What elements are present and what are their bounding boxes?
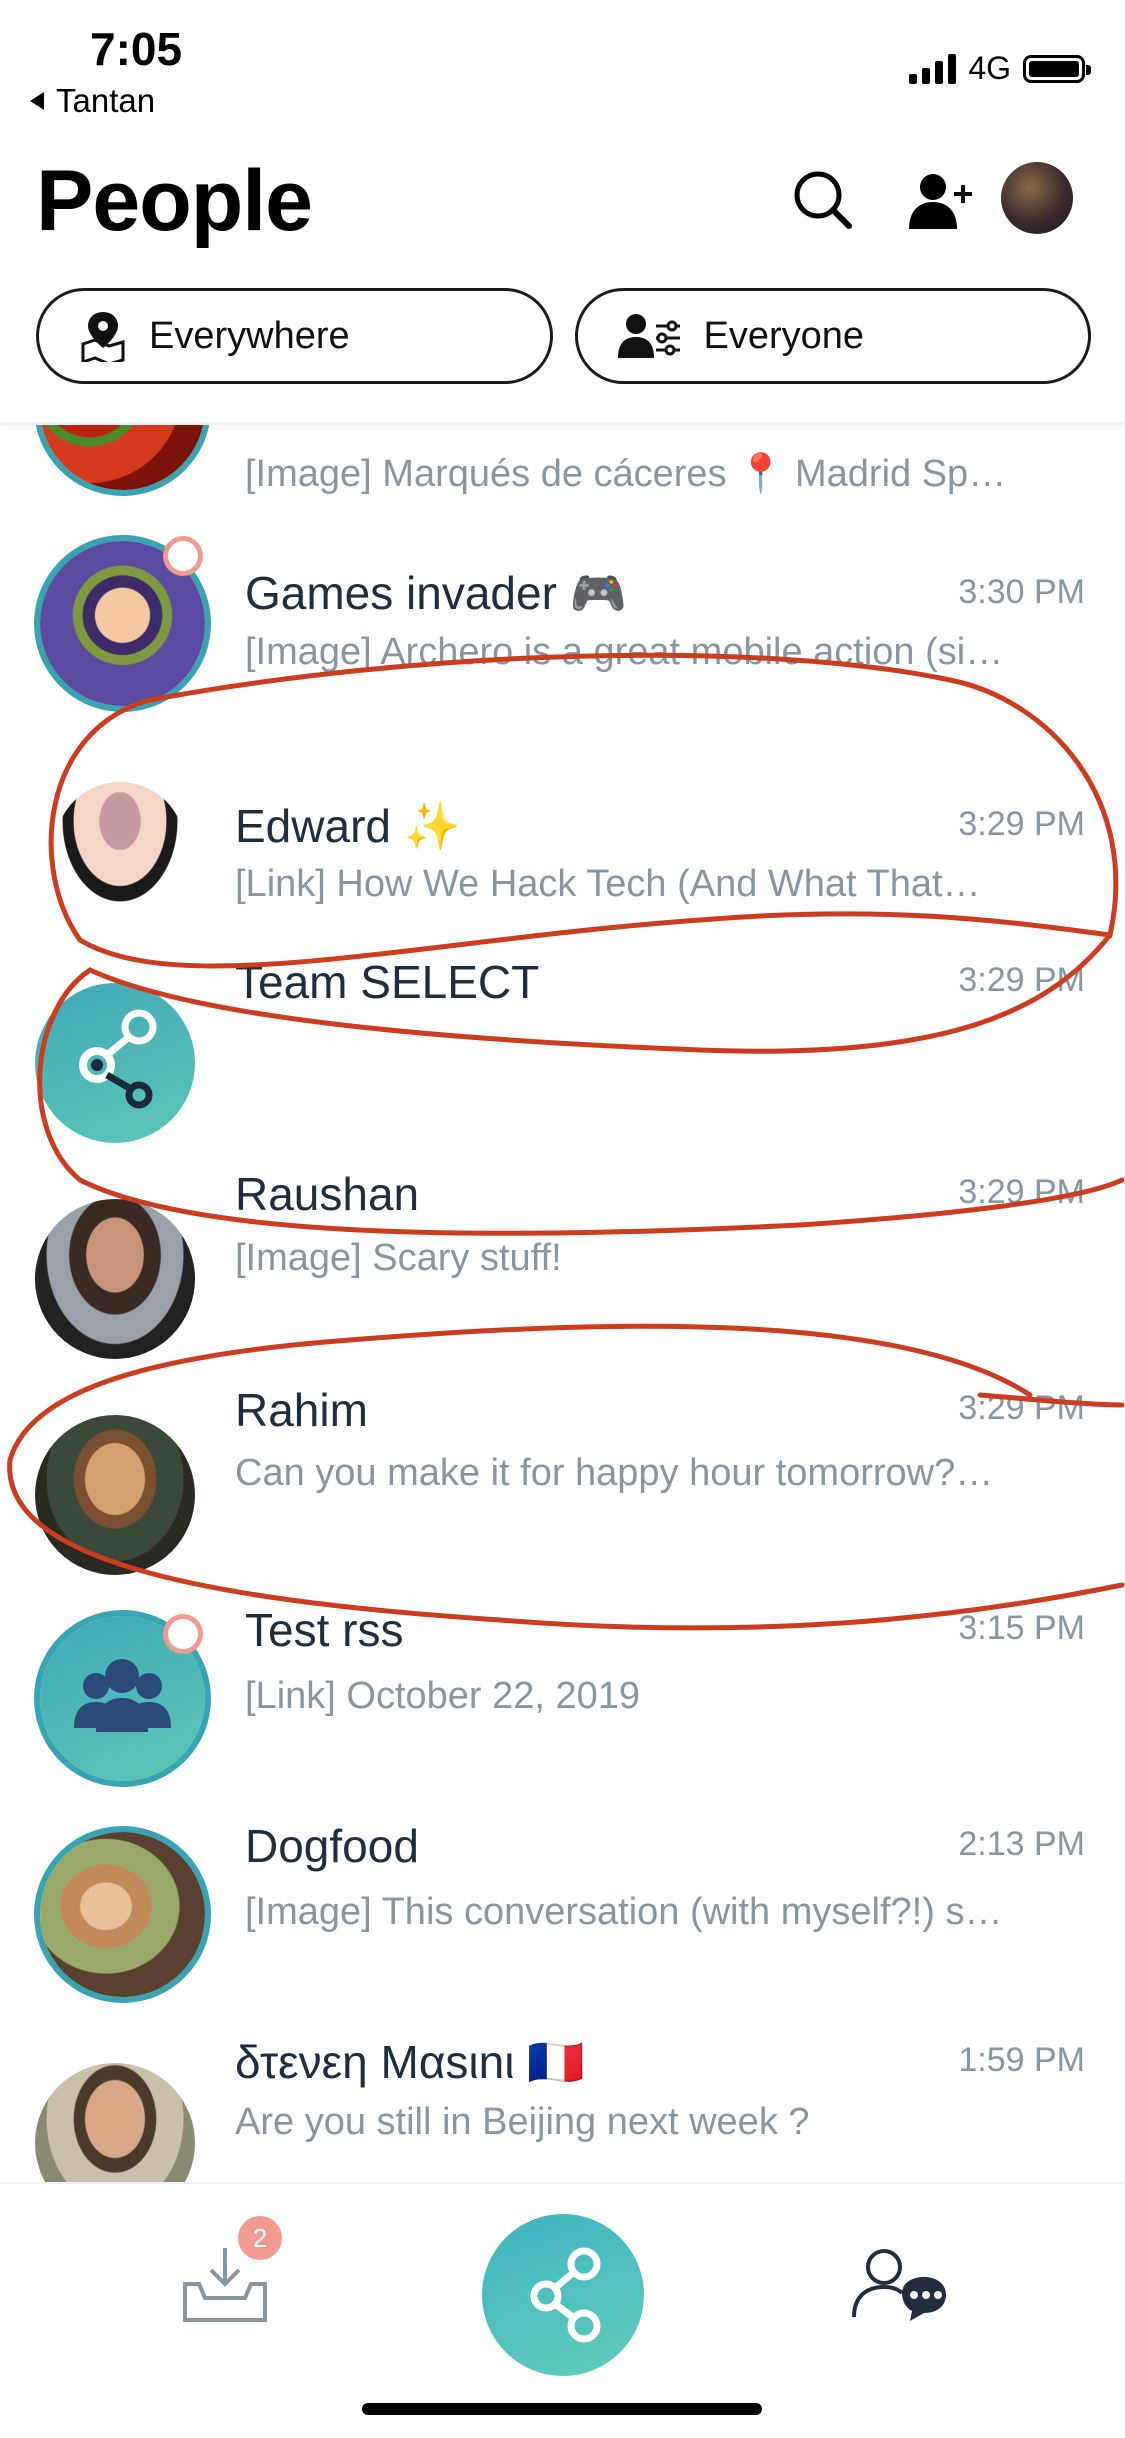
conversation-row[interactable]: Dogfood 2:13 PM [Image] This conversatio… [0,1820,1125,2043]
tab-contacts[interactable] [845,2228,955,2338]
location-filter-label: Everywhere [149,314,350,357]
message-preview: [Image] This conversation (with myself?!… [245,1891,1003,1933]
contact-name: Dogfood [245,1820,419,1872]
avatar [35,1199,195,1359]
avatar [35,2063,195,2182]
page-title: People [36,153,313,249]
add-person-icon [909,174,972,229]
conversation-row[interactable]: Games invader 🎮 3:30 PM [Image] Archero … [0,531,1125,747]
contact-name: Test rss [245,1604,404,1656]
contact-name: Team SELECT [235,956,540,1008]
conversation-row[interactable]: Raushan 3:29 PM [Image] Scary stuff! [0,1168,1125,1395]
location-filter-button[interactable]: Everywhere [36,288,553,384]
contact-name: Rahim [235,1384,368,1436]
avatar [40,1832,205,1997]
search-icon [794,171,852,229]
avatar [40,425,205,490]
avatar [35,1415,195,1575]
message-preview: Can you make it for happy hour tomorrow?… [235,1452,994,1494]
status-time: 7:05 [90,23,183,75]
filter-bar: Everywhere Everyone [36,288,1091,384]
message-preview: [Image] Marqués de cáceres 📍 Madrid Sp… [245,453,1007,495]
people-filter-icon [617,314,680,358]
header: People [0,140,1125,280]
message-preview: Are you still in Beijing next week ? [235,2101,810,2143]
avatar [35,983,195,1143]
back-arrow-icon [30,92,44,110]
inbox-badge: 2 [238,2216,282,2260]
status-bar: 7:05 Tantan 4G [0,0,1125,140]
unread-dot [168,1619,198,1649]
tab-home[interactable] [482,2214,644,2376]
contact-name: Raushan [235,1168,420,1220]
people-filter-label: Everyone [703,314,865,357]
conversation-row[interactable]: Edward ✨ 3:29 PM [Link] How We Hack Tech… [0,747,1125,963]
conversation-row[interactable]: [Image] Marqués de cáceres 📍 Madrid Sp… [0,425,1125,521]
conversation-row[interactable]: Test rss 3:15 PM [Link] October 22, 2019 [0,1604,1125,1827]
avatar [55,782,185,912]
message-time: 2:13 PM [958,1825,1085,1863]
tab-inbox[interactable]: 2 [170,2216,282,2338]
contact-name: Edward ✨ [235,800,462,852]
contact-name: δτενεη Mαsιnι 🇫🇷 [235,2036,585,2088]
search-button[interactable] [783,160,863,240]
battery-icon [1023,54,1091,83]
message-time: 3:30 PM [958,573,1085,611]
unread-dot [168,541,198,571]
share-icon [530,2247,601,2343]
message-time: 1:59 PM [958,2041,1085,2079]
conversation-row[interactable]: Team SELECT 3:29 PM [0,956,1125,1179]
conversation-row[interactable]: δτενεη Mαsιnι 🇫🇷 1:59 PM Are you still i… [0,2036,1125,2182]
add-person-button[interactable] [900,160,980,240]
people-filter-button[interactable]: Everyone [574,288,1091,384]
home-indicator [362,2403,762,2415]
message-time: 3:29 PM [958,961,1085,999]
status-indicators: 4G [909,50,1091,87]
contacts-chat-icon [852,2249,946,2321]
back-app-label: Tantan [56,82,156,119]
message-preview: [Link] October 22, 2019 [245,1675,641,1717]
conversation-row[interactable]: Rahim 3:29 PM Can you make it for happy … [0,1384,1125,1611]
conversation-list[interactable]: [Image] Marqués de cáceres 📍 Madrid Sp… … [0,425,1125,2182]
share-group-icon [79,1009,157,1109]
message-time: 3:29 PM [958,1173,1085,1211]
message-time: 3:15 PM [958,1609,1085,1647]
message-preview: [Image] Archero is a great mobile action… [245,631,1004,673]
message-preview: [Image] Scary stuff! [235,1237,562,1279]
tab-bar: 2 [0,2182,1125,2438]
network-label: 4G [968,50,1011,86]
back-to-app-link[interactable]: Tantan [30,82,155,120]
message-preview: [Link] How We Hack Tech (And What That… [235,863,981,905]
message-time: 3:29 PM [958,1389,1085,1427]
profile-avatar[interactable] [1001,162,1073,234]
message-time: 3:29 PM [958,805,1085,843]
signal-icon [909,53,957,84]
map-pin-icon [81,312,125,362]
contact-name: Games invader 🎮 [245,567,627,619]
